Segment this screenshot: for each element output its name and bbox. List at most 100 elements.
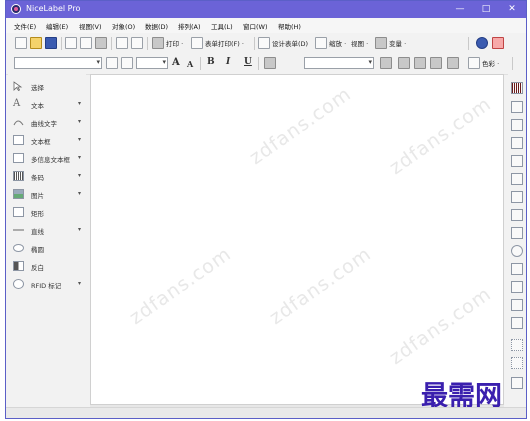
variable-button[interactable]: 变量 · — [389, 38, 406, 48]
distribute-horizontal-icon[interactable] — [511, 209, 523, 221]
snap-grid-icon[interactable] — [511, 339, 523, 351]
menu-tools[interactable]: 工具(L) — [211, 21, 233, 31]
undo-icon[interactable] — [116, 37, 128, 49]
picture-icon — [13, 189, 24, 199]
rectangle-icon — [13, 207, 24, 217]
watermark: zdfans.com — [265, 242, 376, 330]
print-button[interactable]: 打印 · — [166, 38, 183, 48]
menu-help[interactable]: 帮助(H) — [278, 21, 301, 31]
menu-bar: 文件(E) 编辑(E) 视图(V) 对象(O) 数据(D) 排列(A) 工具(L… — [6, 18, 526, 34]
color-icon[interactable] — [468, 57, 480, 69]
tool-picture[interactable]: 图片 ▾ — [8, 187, 86, 202]
grid-icon[interactable] — [511, 357, 523, 369]
underline-button[interactable]: U — [244, 57, 252, 67]
tool-label: 椭圆 — [31, 246, 44, 254]
label-design-canvas[interactable]: zdfans.com zdfans.com zdfans.com zdfans.… — [90, 74, 504, 405]
copy-icon[interactable] — [80, 37, 92, 49]
tool-label: 曲线文字 — [31, 120, 57, 128]
tool-label: 选择 — [31, 84, 44, 92]
menu-edit[interactable]: 编辑(E) — [46, 21, 68, 31]
align-bottom-icon[interactable] — [511, 191, 523, 203]
color-button[interactable]: 色彩 · — [482, 58, 499, 68]
rotate-object-icon[interactable] — [511, 245, 523, 257]
paste-icon[interactable] — [95, 37, 107, 49]
align-left-icon[interactable] — [511, 101, 523, 113]
align-middle-icon[interactable] — [511, 173, 523, 185]
toolbar-separator — [111, 37, 112, 50]
close-button[interactable]: ✕ — [500, 1, 524, 18]
send-to-back-icon[interactable] — [511, 317, 523, 329]
shrink-font-button[interactable]: A — [187, 59, 193, 69]
font-style-icon[interactable] — [106, 57, 118, 69]
minimize-button[interactable]: — — [448, 1, 472, 18]
font-size-icon[interactable] — [121, 57, 133, 69]
form-print-button[interactable]: 表单打印(F) · — [205, 38, 244, 48]
menu-window[interactable]: 窗口(W) — [243, 21, 268, 31]
tool-label: 条码 — [31, 174, 44, 182]
flip-icon[interactable] — [430, 57, 442, 69]
toolbar-separator — [512, 57, 513, 70]
bold-button[interactable]: B — [207, 57, 215, 67]
rotate-left-icon[interactable] — [398, 57, 410, 69]
tool-label: 直线 — [31, 228, 44, 236]
toolbar-separator — [254, 37, 255, 50]
redo-icon[interactable] — [131, 37, 143, 49]
menu-data[interactable]: 数据(D) — [145, 21, 168, 31]
help-icon[interactable] — [476, 37, 488, 49]
rotate-right-icon[interactable] — [414, 57, 426, 69]
users-icon[interactable] — [492, 37, 504, 49]
new-file-icon[interactable] — [15, 37, 27, 49]
group-icon[interactable] — [511, 377, 523, 389]
view-button[interactable]: 视图 · — [351, 38, 368, 48]
tool-barcode[interactable]: 条码 ▾ — [8, 169, 86, 184]
align-icon[interactable] — [264, 57, 276, 69]
tool-inverse[interactable]: 反白 — [8, 259, 86, 274]
design-form-button[interactable]: 设计表单(D) — [272, 38, 308, 48]
align-center-icon[interactable] — [511, 119, 523, 131]
font-name-dropdown[interactable] — [14, 57, 102, 69]
barcode-quick-icon[interactable] — [511, 82, 523, 94]
align-top-icon[interactable] — [511, 155, 523, 167]
tool-line[interactable]: 直线 ▾ — [8, 223, 86, 238]
tool-rectangle[interactable]: 矩形 — [8, 205, 86, 220]
maximize-button[interactable]: □ — [474, 1, 498, 18]
inverse-icon — [13, 261, 24, 271]
variable-icon[interactable] — [375, 37, 387, 49]
send-backward-icon[interactable] — [511, 281, 523, 293]
tool-select[interactable]: 选择 — [8, 79, 86, 94]
menu-arrange[interactable]: 排列(A) — [178, 21, 201, 31]
tool-label: RFID 标记 — [31, 282, 62, 290]
tool-arrow: ▾ — [78, 226, 82, 233]
grow-font-button[interactable]: A — [172, 57, 180, 68]
tool-text-box[interactable]: 文本框 ▾ — [8, 133, 86, 148]
pointer-icon — [13, 81, 24, 92]
printer-icon[interactable] — [152, 37, 164, 49]
zoom-icon[interactable] — [315, 37, 327, 49]
style-dropdown[interactable] — [304, 57, 374, 69]
design-form-icon[interactable] — [258, 37, 270, 49]
tool-curved-text[interactable]: 曲线文字 ▾ — [8, 115, 86, 130]
distribute-vertical-icon[interactable] — [511, 227, 523, 239]
font-size-dropdown[interactable] — [136, 57, 168, 69]
tool-rfid[interactable]: RFID 标记 ▾ — [8, 277, 86, 292]
italic-button[interactable]: I — [226, 57, 230, 67]
tool-label: 矩形 — [31, 210, 44, 218]
tool-rich-text-box[interactable]: 多信息文本框 ▾ — [8, 151, 86, 166]
align-right-icon[interactable] — [511, 137, 523, 149]
window-title: NiceLabel Pro — [26, 4, 81, 13]
open-folder-icon[interactable] — [30, 37, 42, 49]
menu-file[interactable]: 文件(E) — [14, 21, 36, 31]
bring-to-front-icon[interactable] — [511, 299, 523, 311]
rotate-icon[interactable] — [380, 57, 392, 69]
bring-forward-icon[interactable] — [511, 263, 523, 275]
tool-text[interactable]: A 文本 ▾ — [8, 97, 86, 112]
form-print-icon[interactable] — [191, 37, 203, 49]
cut-icon[interactable] — [65, 37, 77, 49]
tool-ellipse[interactable]: 椭圆 — [8, 241, 86, 256]
zoom-button[interactable]: 缩放 · — [329, 38, 346, 48]
menu-object[interactable]: 对象(O) — [112, 21, 135, 31]
object-properties-icon[interactable] — [447, 57, 459, 69]
save-disk-icon[interactable] — [45, 37, 57, 49]
text-a-icon: A — [13, 98, 21, 109]
menu-view[interactable]: 视图(V) — [79, 21, 102, 31]
